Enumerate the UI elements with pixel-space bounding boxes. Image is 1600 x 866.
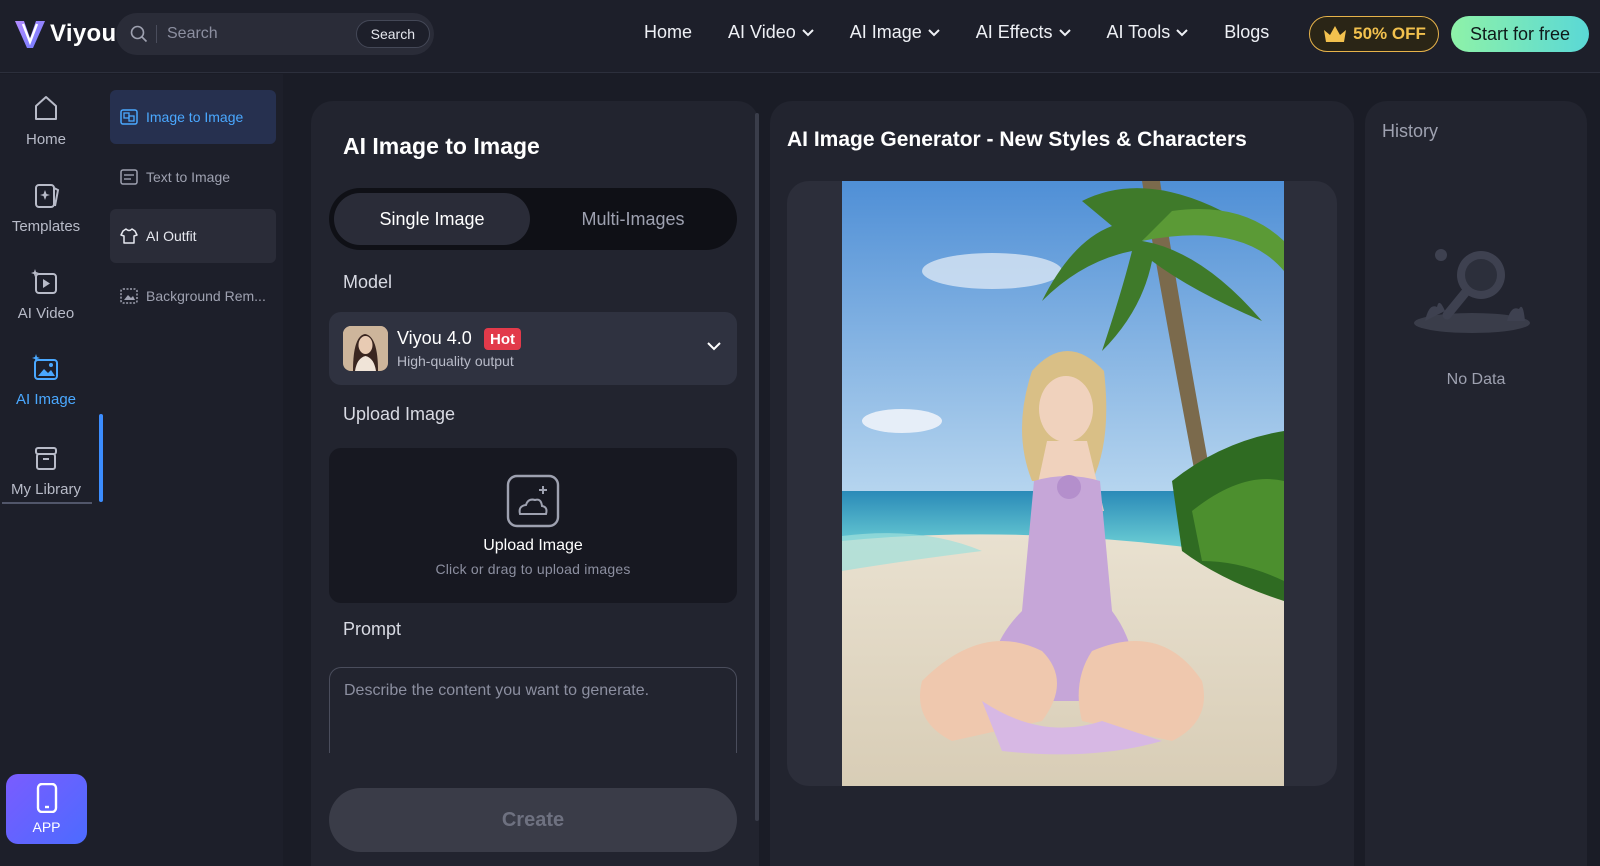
- rail-label-my-library: My Library: [10, 480, 81, 498]
- chevron-down-icon: [1058, 28, 1071, 36]
- main-nav: Home AI Video AI Image AI Effects AI Too…: [644, 22, 1305, 43]
- image-upload-icon: [506, 474, 560, 528]
- nav-ai-tools[interactable]: AI Tools: [1107, 22, 1189, 43]
- upload-label: Upload Image: [343, 404, 456, 424]
- upload-title: Upload Image: [483, 537, 583, 554]
- preview-title: AI Image Generator - New Styles & Charac…: [787, 128, 1247, 151]
- model-name: Viyou 4.0: [397, 328, 472, 348]
- search-button[interactable]: Search: [355, 20, 430, 48]
- chevron-down-icon: [1176, 28, 1188, 36]
- preview-frame: [787, 181, 1337, 786]
- rail-label-ai-video: AI Video: [17, 304, 75, 322]
- rail-item-templates[interactable]: Templates: [0, 167, 92, 247]
- crown-icon: [1324, 26, 1347, 42]
- rail-label-home: Home: [25, 130, 66, 148]
- chevron-down-icon: [802, 28, 814, 36]
- prompt-input[interactable]: Describe the content you want to generat…: [329, 667, 737, 753]
- submenu-item-ai-outfit[interactable]: AI Outfit: [110, 209, 276, 263]
- form-title: AI Image to Image: [343, 133, 540, 159]
- create-button[interactable]: Create: [329, 788, 737, 852]
- model-description: High-quality output: [397, 353, 514, 369]
- empty-search-icon: [1414, 249, 1530, 333]
- start-free-button[interactable]: Start for free: [1451, 16, 1589, 52]
- nav-home[interactable]: Home: [644, 22, 692, 43]
- sample-result-image: [842, 181, 1284, 786]
- search-bar[interactable]: Search Search: [116, 13, 434, 55]
- top-bar: Viyou Search Search Home AI Video AI Ima…: [0, 0, 1600, 73]
- rail-item-ai-video[interactable]: AI Video: [0, 254, 92, 334]
- model-select[interactable]: Viyou 4.0 Hot High-quality output: [329, 312, 737, 385]
- phone-icon: [36, 783, 57, 813]
- shirt-icon: [120, 228, 138, 244]
- rail-label-templates: Templates: [11, 217, 81, 235]
- model-portrait-image: [343, 326, 388, 371]
- templates-icon: [35, 183, 60, 208]
- rail-item-home[interactable]: Home: [0, 80, 92, 160]
- chevron-down-icon: [707, 342, 721, 351]
- viyou-logo-icon: [15, 21, 45, 48]
- app-label: APP: [32, 819, 61, 835]
- logo[interactable]: Viyou: [12, 16, 116, 52]
- rail-label-ai-image: AI Image: [15, 390, 77, 408]
- discount-label: 50% OFF: [1353, 24, 1426, 43]
- library-icon: [35, 446, 57, 470]
- submenu-item-text-to-image[interactable]: Text to Image: [110, 150, 276, 204]
- image-submenu: Image to Image Text to Image AI Outfit B…: [103, 74, 283, 866]
- app-download-button[interactable]: APP: [6, 774, 87, 844]
- nav-ai-image[interactable]: AI Image: [850, 22, 940, 43]
- discount-button[interactable]: 50% OFF: [1309, 16, 1439, 52]
- history-panel: History No Data: [1365, 101, 1587, 866]
- home-icon: [35, 95, 57, 120]
- rail-item-ai-image[interactable]: AI Image: [0, 340, 92, 420]
- preview-panel: AI Image Generator - New Styles & Charac…: [770, 101, 1354, 866]
- hot-badge: Hot: [484, 328, 521, 350]
- model-label: Model: [343, 272, 393, 292]
- left-rail: Home Templates AI Video AI Image My Libr…: [0, 74, 103, 866]
- submenu-item-background-remover[interactable]: Background Rem...: [110, 269, 276, 323]
- background-remove-icon: [120, 288, 138, 304]
- text-to-image-icon: [120, 169, 138, 185]
- form-scrollbar[interactable]: [755, 113, 759, 821]
- upload-dropzone[interactable]: Upload Image Click or drag to upload ima…: [329, 448, 737, 603]
- history-title: History: [1382, 121, 1439, 141]
- upload-hint: Click or drag to upload images: [435, 561, 631, 577]
- search-input[interactable]: Search: [167, 25, 356, 43]
- image-to-image-icon: [120, 109, 138, 125]
- video-icon: [31, 268, 57, 294]
- model-thumbnail: [343, 326, 388, 371]
- generation-form-panel: AI Image to Image Single Image Multi-Ima…: [311, 101, 759, 866]
- tab-multi-images[interactable]: Multi-Images: [534, 193, 732, 245]
- search-icon: [130, 25, 148, 43]
- logo-text: Viyou: [50, 20, 117, 47]
- nav-ai-effects[interactable]: AI Effects: [976, 22, 1071, 43]
- mode-toggle: Single Image Multi-Images: [329, 188, 737, 250]
- nav-blogs[interactable]: Blogs: [1224, 22, 1269, 43]
- search-divider: [156, 25, 157, 43]
- nav-ai-video[interactable]: AI Video: [728, 22, 814, 43]
- submenu-item-image-to-image[interactable]: Image to Image: [110, 90, 276, 144]
- prompt-label: Prompt: [343, 619, 402, 639]
- rail-item-my-library[interactable]: My Library: [0, 430, 92, 510]
- tab-single-image[interactable]: Single Image: [334, 193, 530, 245]
- chevron-down-icon: [928, 28, 940, 36]
- image-icon: [32, 353, 58, 380]
- empty-state-text: No Data: [1446, 371, 1506, 388]
